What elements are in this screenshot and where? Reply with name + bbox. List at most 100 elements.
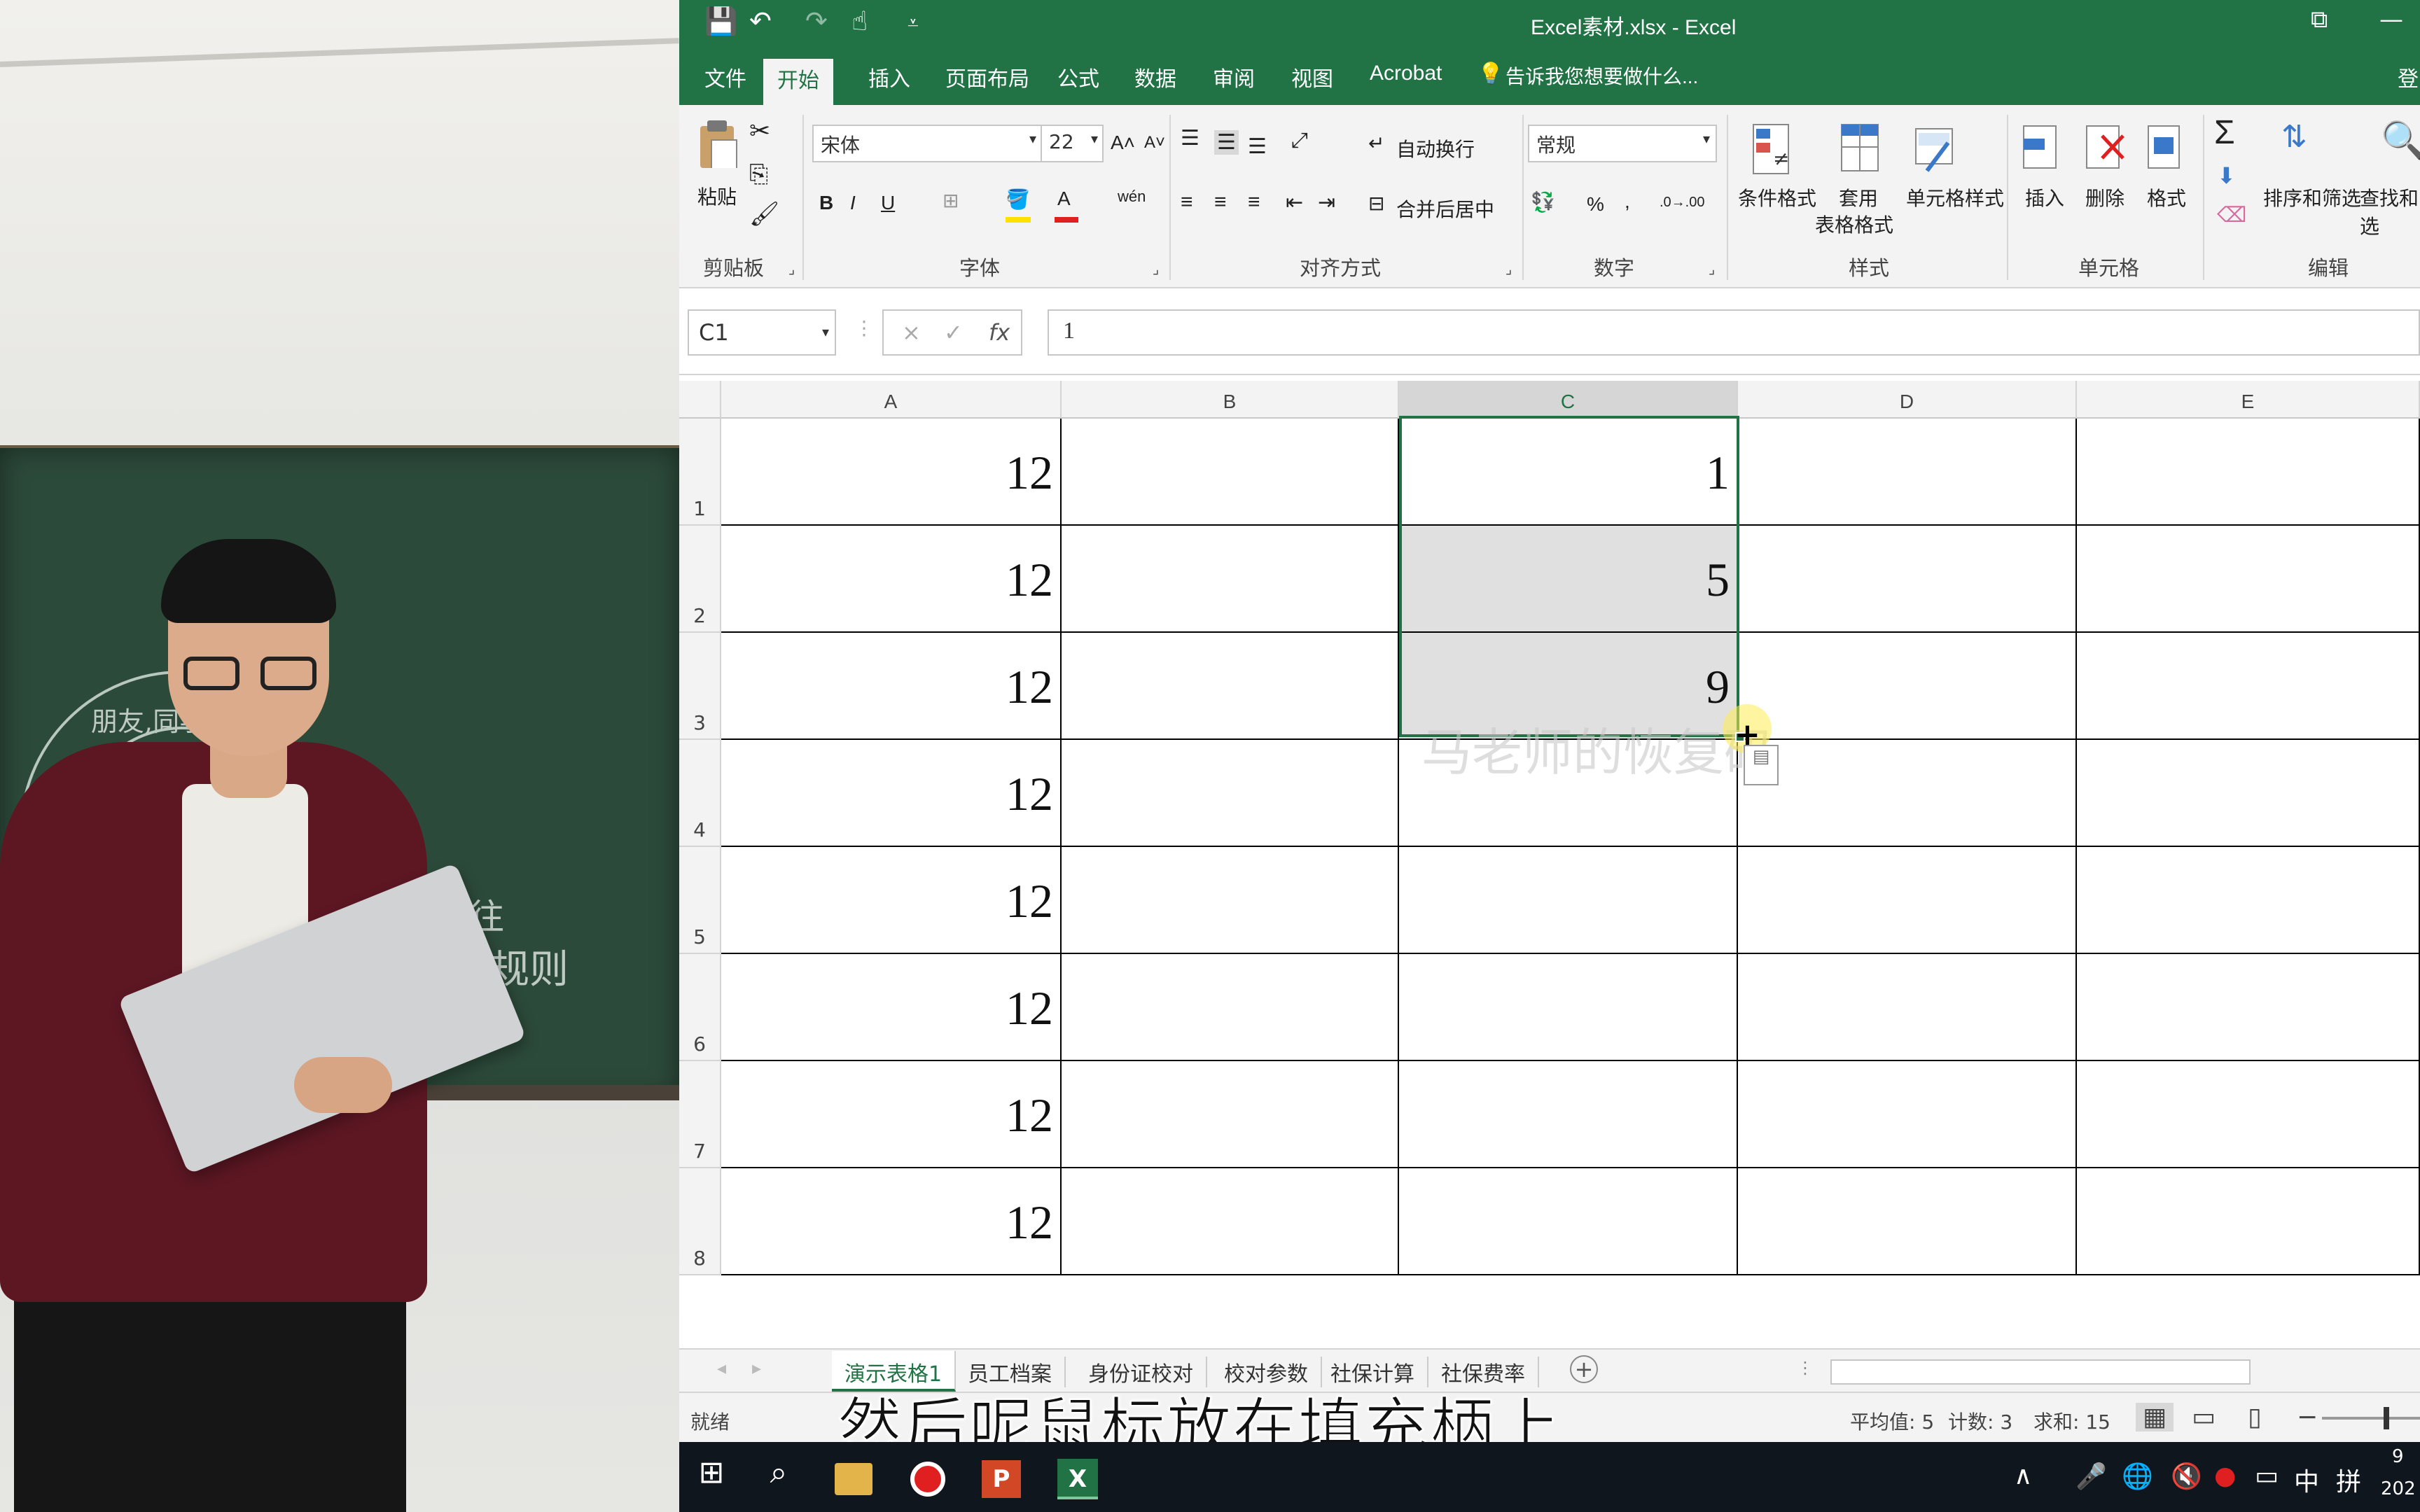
clock-date[interactable]: 202 bbox=[2381, 1478, 2416, 1499]
phonetic-icon[interactable]: wén bbox=[1118, 188, 1146, 206]
sort-filter-icon[interactable]: ⇅ bbox=[2281, 119, 2307, 155]
ribbon-display-icon[interactable]: ⧉ bbox=[2311, 6, 2328, 34]
row-header[interactable]: 3 bbox=[679, 633, 721, 740]
tab-page-layout[interactable]: 页面布局 bbox=[945, 62, 1029, 92]
font-size-dropdown[interactable]: 22 ▾ bbox=[1041, 125, 1104, 162]
dialog-launcher-icon[interactable]: ⌟ bbox=[1153, 260, 1159, 277]
cell-e5[interactable] bbox=[2077, 847, 2420, 954]
delete-cells-icon[interactable] bbox=[2084, 122, 2126, 178]
cell-c8[interactable] bbox=[1399, 1168, 1738, 1275]
search-icon[interactable]: ⌕ bbox=[756, 1455, 801, 1499]
insert-cells-icon[interactable] bbox=[2021, 122, 2063, 178]
tab-file[interactable]: 文件 bbox=[704, 62, 746, 92]
find-select-button[interactable]: 查找和选 bbox=[2360, 183, 2420, 239]
column-header-c[interactable]: C bbox=[1399, 381, 1738, 419]
cell-a5[interactable]: 12 bbox=[721, 847, 1062, 954]
normal-view-icon[interactable]: ▦ bbox=[2136, 1403, 2174, 1432]
cell-a7[interactable]: 12 bbox=[721, 1061, 1062, 1168]
windows-start-icon[interactable]: ⊞ bbox=[689, 1455, 734, 1499]
column-header-b[interactable]: B bbox=[1062, 381, 1399, 419]
conditional-formatting-icon[interactable]: ≠ bbox=[1751, 122, 1793, 178]
align-center-icon[interactable]: ≡ bbox=[1214, 190, 1227, 214]
cell-d4[interactable] bbox=[1738, 740, 2077, 847]
delete-cells-button[interactable]: 删除 bbox=[2085, 183, 2125, 211]
shrink-font-button[interactable]: A˅ bbox=[1144, 133, 1165, 153]
format-painter-icon[interactable]: 🖌 bbox=[749, 200, 779, 228]
align-right-icon[interactable]: ≡ bbox=[1248, 190, 1260, 214]
powerpoint-icon[interactable]: P bbox=[982, 1460, 1021, 1498]
enter-icon[interactable]: ✓ bbox=[944, 319, 963, 346]
recorder-icon[interactable] bbox=[910, 1462, 945, 1497]
fill-color-icon[interactable]: 🪣 bbox=[1006, 188, 1030, 211]
row-header[interactable]: 1 bbox=[679, 419, 721, 526]
align-middle-icon[interactable]: ☰ bbox=[1214, 130, 1239, 155]
borders-icon[interactable]: ⊞ bbox=[943, 189, 959, 212]
cell-e3[interactable] bbox=[2077, 633, 2420, 740]
row-header[interactable]: 7 bbox=[679, 1061, 721, 1168]
row-header[interactable]: 6 bbox=[679, 954, 721, 1061]
scroll-right-icon[interactable]: ▸ bbox=[752, 1358, 761, 1379]
cell-d2[interactable] bbox=[1738, 526, 2077, 633]
row-header[interactable]: 8 bbox=[679, 1168, 721, 1275]
font-name-dropdown[interactable]: 宋体 ▾ bbox=[812, 125, 1043, 162]
horizontal-scrollbar[interactable] bbox=[1830, 1359, 2251, 1385]
tab-data[interactable]: 数据 bbox=[1134, 62, 1176, 92]
increase-indent-icon[interactable]: ⇥ bbox=[1318, 190, 1335, 215]
excel-taskbar-icon[interactable]: X bbox=[1057, 1459, 1098, 1499]
speaker-muted-icon[interactable]: 🔇 bbox=[2171, 1462, 2202, 1491]
zoom-slider-thumb[interactable] bbox=[2384, 1407, 2389, 1429]
cell-a4[interactable]: 12 bbox=[721, 740, 1062, 847]
wrap-text-icon[interactable]: ↵ bbox=[1368, 132, 1384, 155]
cell-b1[interactable] bbox=[1062, 419, 1399, 526]
number-format-dropdown[interactable]: 常规 ▾ bbox=[1528, 125, 1717, 162]
minimize-button[interactable]: — bbox=[2379, 6, 2403, 34]
column-header-a[interactable]: A bbox=[721, 381, 1062, 419]
add-sheet-button[interactable]: + bbox=[1570, 1355, 1598, 1383]
increase-decimal-icon[interactable]: .0→.00 bbox=[1660, 195, 1704, 211]
dialog-launcher-icon[interactable]: ⌟ bbox=[788, 260, 795, 277]
cell-d5[interactable] bbox=[1738, 847, 2077, 954]
italic-button[interactable]: I bbox=[850, 192, 856, 214]
font-color-icon[interactable]: A bbox=[1057, 188, 1071, 210]
cut-icon[interactable]: ✂ bbox=[749, 116, 770, 146]
cell-c5[interactable] bbox=[1399, 847, 1738, 954]
cell-a8[interactable]: 12 bbox=[721, 1168, 1062, 1275]
tab-insert[interactable]: 插入 bbox=[868, 62, 910, 92]
paste-button[interactable]: 粘贴 bbox=[697, 182, 737, 210]
merge-center-icon[interactable]: ⊟ bbox=[1368, 192, 1384, 215]
bold-button[interactable]: B bbox=[819, 192, 833, 214]
cell-e7[interactable] bbox=[2077, 1061, 2420, 1168]
search-icon[interactable]: 🔍 bbox=[2381, 119, 2420, 162]
align-left-icon[interactable]: ≡ bbox=[1181, 190, 1193, 214]
ime-mode[interactable]: 拼 bbox=[2336, 1462, 2361, 1498]
insert-cells-button[interactable]: 插入 bbox=[2025, 183, 2064, 211]
dialog-launcher-icon[interactable]: ⌟ bbox=[1505, 260, 1512, 277]
percent-button[interactable]: % bbox=[1587, 193, 1604, 216]
format-cells-button[interactable]: 格式 bbox=[2147, 183, 2186, 211]
customize-icon[interactable]: ⩡ bbox=[908, 11, 919, 35]
formula-input[interactable]: 1 bbox=[1048, 309, 2420, 356]
cell-b8[interactable] bbox=[1062, 1168, 1399, 1275]
format-as-table-label2[interactable]: 表格格式 bbox=[1815, 210, 1893, 238]
undo-icon[interactable]: ↶ bbox=[749, 6, 772, 36]
format-cells-icon[interactable] bbox=[2144, 119, 2186, 175]
cell-d3[interactable] bbox=[1738, 633, 2077, 740]
cell-b5[interactable] bbox=[1062, 847, 1399, 954]
page-break-view-icon[interactable]: ▯ bbox=[2248, 1403, 2262, 1432]
insert-function-icon[interactable]: fx bbox=[989, 319, 1010, 346]
name-box[interactable]: C1 ▾ bbox=[688, 309, 836, 356]
cell-d1[interactable] bbox=[1738, 419, 2077, 526]
cell-d6[interactable] bbox=[1738, 954, 2077, 1061]
tab-review[interactable]: 审阅 bbox=[1213, 62, 1255, 92]
cell-e8[interactable] bbox=[2077, 1168, 2420, 1275]
record-icon[interactable]: ● bbox=[2214, 1462, 2236, 1490]
cell-a1[interactable]: 12 bbox=[721, 419, 1062, 526]
zoom-slider[interactable] bbox=[2322, 1417, 2420, 1420]
row-header[interactable]: 4 bbox=[679, 740, 721, 847]
redo-icon[interactable]: ↷ bbox=[805, 6, 828, 36]
battery-icon[interactable]: ▭ bbox=[2255, 1462, 2279, 1490]
row-header[interactable]: 2 bbox=[679, 526, 721, 633]
cell-c6[interactable] bbox=[1399, 954, 1738, 1061]
cell-e4[interactable] bbox=[2077, 740, 2420, 847]
autosum-button[interactable]: Σ bbox=[2214, 113, 2235, 152]
